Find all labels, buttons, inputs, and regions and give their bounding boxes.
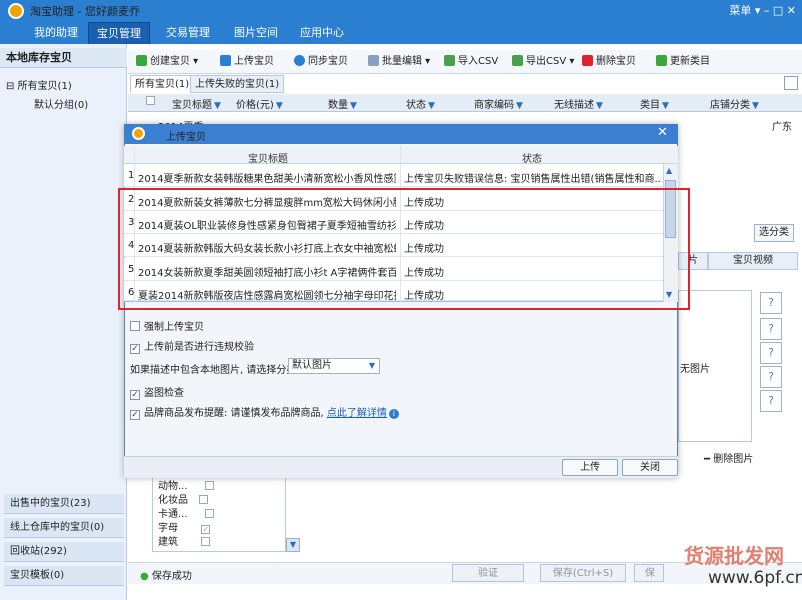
tab-item-video[interactable]: 宝贝视频 <box>708 252 798 270</box>
delete-image-button[interactable]: ━ 删除图片 <box>704 450 753 465</box>
scroll-down-icon[interactable]: ▼ <box>286 538 300 552</box>
left-panel <box>0 44 127 600</box>
help-icon[interactable]: ? <box>760 292 782 314</box>
category-item[interactable]: 卡通... <box>158 505 214 520</box>
col-status[interactable]: 状态 ▼ <box>406 96 435 111</box>
tab-all-items[interactable]: 所有宝贝(1) <box>130 75 195 93</box>
save-partial-button[interactable]: 保 <box>634 564 664 582</box>
nav-app-center[interactable]: 应用中心 <box>292 22 352 44</box>
highlight-box <box>118 188 690 310</box>
chevron-down-icon: ▼ <box>368 361 375 370</box>
nav-item-management[interactable]: 宝贝管理 <box>88 22 150 44</box>
grid-header <box>128 94 802 112</box>
dialog-title: 上传宝贝 <box>166 132 206 143</box>
col-title[interactable]: 宝贝标题 ▼ <box>172 96 221 111</box>
help-icon[interactable]: ? <box>760 318 782 340</box>
create-item-button[interactable]: 创建宝贝 ▾ <box>136 54 198 70</box>
import-csv-button[interactable]: 导入CSV <box>444 54 498 70</box>
grid-cell-shop-category: 广东 <box>772 122 792 133</box>
plus-icon <box>136 55 147 66</box>
help-icon[interactable]: ? <box>760 342 782 364</box>
upload-button[interactable]: 上传 <box>562 459 618 476</box>
local-image-label: 如果描述中包含本地图片, 请选择分类 <box>130 365 297 376</box>
dialog-logo-icon <box>132 127 145 140</box>
save-status: ● 保存成功 <box>140 571 192 582</box>
category-item[interactable]: 化妆品 <box>158 491 209 506</box>
no-image-text: 无图片 <box>680 364 710 375</box>
update-category-button[interactable]: 更新类目 <box>656 54 710 70</box>
col-merchant-code[interactable]: 商家编码 ▼ <box>474 96 523 111</box>
recycle-bin-button[interactable]: 回收站(292) <box>4 542 124 562</box>
category-item[interactable]: 字母 ✓ <box>158 519 211 534</box>
sync-item-button[interactable]: 同步宝贝 <box>294 54 348 70</box>
tree-all-label: 所有宝贝(1) <box>17 81 72 92</box>
col-quantity[interactable]: 数量 ▼ <box>328 96 357 111</box>
batch-edit-button[interactable]: 批量编辑 ▾ <box>368 54 430 70</box>
dialog-titlebar <box>124 124 678 144</box>
row-title: 2014夏季新款女装韩版糖果色甜美小清新宽松小香风性感露... <box>138 174 396 185</box>
help-icon[interactable]: ? <box>760 366 782 388</box>
export-icon <box>512 55 523 66</box>
col-upload-status: 状态 <box>522 154 542 165</box>
watermark-title: 货源批发网 <box>684 544 784 568</box>
violation-check-checkbox[interactable]: ✓ 上传前是否进行违规校验 <box>130 338 254 354</box>
info-icon: i <box>388 409 399 419</box>
upload-item-button[interactable]: 上传宝贝 <box>220 54 274 70</box>
save-button[interactable]: 保存(Ctrl+S) <box>540 564 626 582</box>
nav-image-space[interactable]: 图片空间 <box>226 22 286 44</box>
theft-check-checkbox[interactable]: ✓ 盗图检查 <box>130 384 184 400</box>
selling-items-button[interactable]: 出售中的宝贝(23) <box>4 494 124 514</box>
category-item[interactable]: 建筑 <box>158 533 211 548</box>
checkbox-checked-icon: ✓ <box>130 410 140 420</box>
close-icon[interactable]: ✕ <box>657 125 668 140</box>
col-price[interactable]: 价格(元) ▼ <box>236 96 283 111</box>
export-csv-button[interactable]: 导出CSV ▾ <box>512 54 574 70</box>
close-button[interactable]: 关闭 <box>622 459 678 476</box>
nav-my-assistant[interactable]: 我的助理 <box>26 22 86 44</box>
delete-icon <box>582 55 593 66</box>
refresh-icon <box>656 55 667 66</box>
row-status: 上传宝贝失败错误信息: 宝贝销售属性出错(销售属性和商... <box>404 174 662 185</box>
col-shop-category[interactable]: 店铺分类 ▼ <box>710 96 759 111</box>
window-controls[interactable]: 菜单 ▾ – □ ✕ <box>729 2 796 18</box>
checkbox-icon <box>130 321 140 331</box>
import-icon <box>444 55 455 66</box>
delete-item-button[interactable]: 删除宝贝 <box>582 54 636 70</box>
help-icon[interactable]: ? <box>760 390 782 412</box>
table-header <box>124 146 678 164</box>
online-warehouse-button[interactable]: 线上仓库中的宝贝(0) <box>4 518 124 538</box>
grid-select-all[interactable] <box>146 96 155 107</box>
item-template-button[interactable]: 宝贝模板(0) <box>4 566 124 586</box>
watermark-url: www.6pf.cn <box>708 568 802 588</box>
check-circle-icon: ● <box>140 571 149 582</box>
checkbox-checked-icon: ✓ <box>130 390 140 400</box>
sync-icon <box>294 55 305 66</box>
category-item[interactable]: 动物... <box>158 477 214 492</box>
edit-view-icon[interactable] <box>784 76 798 90</box>
tab-upload-failed[interactable]: 上传失败的宝贝(1) <box>190 75 285 93</box>
tree-default-group[interactable]: 默认分组(0) <box>34 96 88 111</box>
brand-reminder-checkbox[interactable]: ✓ 品牌商品发布提醒: 请谨慎发布品牌商品, 点此了解详情 i <box>130 404 399 420</box>
app-logo-icon <box>8 3 24 19</box>
app-title: 淘宝助理 - 您好颜麦乔 <box>30 5 140 18</box>
validate-button[interactable]: 验证 <box>452 564 524 582</box>
nav-trade-management[interactable]: 交易管理 <box>158 22 218 44</box>
tree-all-items[interactable]: ⊟ 所有宝贝(1) <box>6 77 72 92</box>
local-inventory-header: 本地库存宝贝 <box>0 48 127 68</box>
force-upload-checkbox[interactable]: 强制上传宝贝 <box>130 318 204 333</box>
col-item-title: 宝贝标题 <box>248 154 288 165</box>
checkbox-checked-icon: ✓ <box>130 344 140 354</box>
col-category[interactable]: 类目 ▼ <box>640 96 669 111</box>
image-category-select[interactable]: 默认图片 ▼ <box>288 358 380 374</box>
col-wireless-desc[interactable]: 无线描述 ▼ <box>554 96 603 111</box>
upload-icon <box>220 55 231 66</box>
brand-detail-link[interactable]: 点此了解详情 <box>327 408 387 419</box>
edit-icon <box>368 55 379 66</box>
scroll-up-icon[interactable]: ▲ <box>666 166 672 175</box>
select-category-button[interactable]: 选分类 <box>754 224 794 242</box>
